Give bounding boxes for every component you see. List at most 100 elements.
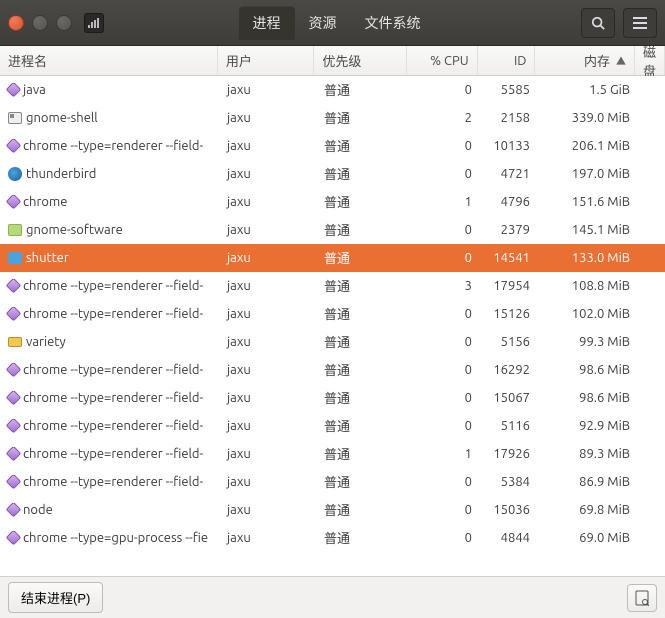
diamond-icon <box>6 419 22 433</box>
column-header-priority[interactable]: 优先级 <box>314 46 407 75</box>
cell-cpu: 1 <box>409 195 480 209</box>
cell-priority: 普通 <box>316 304 409 323</box>
cell-process-name: gnome-software <box>0 223 219 237</box>
table-row[interactable]: gnome-softwarejaxu普通02379145.1 MiB <box>0 216 665 244</box>
tab-0[interactable]: 进程 <box>239 6 295 40</box>
diamond-icon <box>6 279 22 293</box>
footer-bar: 结束进程(P) <box>0 576 665 618</box>
table-row[interactable]: javajaxu普通055851.5 GiB <box>0 76 665 104</box>
table-row[interactable]: chrome --type=renderer --field-jaxu普通015… <box>0 384 665 412</box>
cell-memory: 145.1 MiB <box>538 223 638 237</box>
end-process-button[interactable]: 结束进程(P) <box>8 582 103 613</box>
column-header-memory-label: 内存 <box>584 51 610 70</box>
cell-priority: 普通 <box>316 332 409 351</box>
header-right-buttons <box>581 8 657 38</box>
table-row[interactable]: nodejaxu普通01503669.8 MiB <box>0 496 665 524</box>
diamond-icon <box>6 391 22 405</box>
cell-memory: 1.5 GiB <box>538 83 638 97</box>
table-row[interactable]: thunderbirdjaxu普通04721197.0 MiB <box>0 160 665 188</box>
window-minimize-button[interactable] <box>32 15 48 31</box>
gnome-icon <box>8 112 22 124</box>
sort-ascending-icon: ▲ <box>616 53 626 68</box>
cell-priority: 普通 <box>316 192 409 211</box>
cell-process-name: shutter <box>0 251 219 265</box>
cell-cpu: 0 <box>409 251 480 265</box>
table-row[interactable]: chrome --type=renderer --field-jaxu普通053… <box>0 468 665 496</box>
table-row[interactable]: chrome --type=renderer --field-jaxu普通317… <box>0 272 665 300</box>
process-name-label: variety <box>26 335 66 349</box>
cell-id: 4721 <box>480 167 538 181</box>
column-header-disk[interactable]: 磁盘 <box>635 46 665 75</box>
table-row[interactable]: varietyjaxu普通0515699.3 MiB <box>0 328 665 356</box>
cell-priority: 普通 <box>316 108 409 127</box>
cell-id: 17954 <box>480 279 538 293</box>
cell-cpu: 0 <box>409 335 480 349</box>
process-name-label: chrome --type=renderer --field- <box>23 139 203 153</box>
process-name-label: gnome-shell <box>26 111 98 125</box>
cell-user: jaxu <box>219 391 316 405</box>
table-row[interactable]: chrome --type=renderer --field-jaxu普通016… <box>0 356 665 384</box>
table-row[interactable]: chrome --type=gpu-process --fiejaxu普通048… <box>0 524 665 552</box>
cell-cpu: 0 <box>409 167 480 181</box>
app-icon <box>84 13 104 33</box>
window-close-button[interactable] <box>8 15 24 31</box>
cell-memory: 102.0 MiB <box>538 307 638 321</box>
cell-id: 4844 <box>480 531 538 545</box>
diamond-icon <box>6 363 22 377</box>
table-row[interactable]: gnome-shelljaxu普通22158339.0 MiB <box>0 104 665 132</box>
column-headers: 进程名 用户 优先级 % CPU ID 内存 ▲ 磁盘 <box>0 46 665 76</box>
tab-2[interactable]: 文件系统 <box>351 6 435 40</box>
cell-cpu: 1 <box>409 447 480 461</box>
cell-user: jaxu <box>219 335 316 349</box>
process-name-label: chrome --type=renderer --field- <box>23 447 203 461</box>
cell-user: jaxu <box>219 251 316 265</box>
table-row[interactable]: chrome --type=renderer --field-jaxu普通010… <box>0 132 665 160</box>
cell-user: jaxu <box>219 475 316 489</box>
cell-memory: 108.8 MiB <box>538 279 638 293</box>
cell-priority: 普通 <box>316 276 409 295</box>
menu-button[interactable] <box>623 8 657 38</box>
column-header-memory[interactable]: 内存 ▲ <box>535 46 635 75</box>
column-header-name[interactable]: 进程名 <box>0 46 218 75</box>
column-header-cpu[interactable]: % CPU <box>407 46 478 75</box>
cell-user: jaxu <box>219 279 316 293</box>
diamond-icon <box>6 139 22 153</box>
cell-priority: 普通 <box>316 416 409 435</box>
cell-user: jaxu <box>219 223 316 237</box>
cell-memory: 86.9 MiB <box>538 475 638 489</box>
cell-cpu: 2 <box>409 111 480 125</box>
cell-cpu: 0 <box>409 307 480 321</box>
tbird-icon <box>8 167 22 181</box>
diamond-icon <box>6 531 22 545</box>
column-header-user[interactable]: 用户 <box>218 46 315 75</box>
process-name-label: chrome --type=gpu-process --fie <box>23 531 208 545</box>
cell-cpu: 0 <box>409 475 480 489</box>
diamond-icon <box>6 475 22 489</box>
tab-1[interactable]: 资源 <box>295 6 351 40</box>
window-maximize-button[interactable] <box>56 15 72 31</box>
cell-memory: 98.6 MiB <box>538 363 638 377</box>
cell-memory: 151.6 MiB <box>538 195 638 209</box>
table-row[interactable]: shutterjaxu普通014541133.0 MiB <box>0 244 665 272</box>
cell-id: 5156 <box>480 335 538 349</box>
cell-process-name: chrome --type=renderer --field- <box>0 419 219 433</box>
cell-cpu: 0 <box>409 503 480 517</box>
cell-cpu: 0 <box>409 139 480 153</box>
process-name-label: chrome --type=renderer --field- <box>23 419 203 433</box>
properties-button[interactable] <box>627 584 657 612</box>
cell-memory: 98.6 MiB <box>538 391 638 405</box>
view-tabs: 进程资源文件系统 <box>239 6 435 40</box>
cell-process-name: node <box>0 503 219 517</box>
diamond-icon <box>6 447 22 461</box>
column-header-id[interactable]: ID <box>478 46 536 75</box>
table-row[interactable]: chrome --type=renderer --field-jaxu普通117… <box>0 440 665 468</box>
cell-priority: 普通 <box>316 360 409 379</box>
cell-process-name: chrome --type=renderer --field- <box>0 475 219 489</box>
table-row[interactable]: chrome --type=renderer --field-jaxu普通051… <box>0 412 665 440</box>
cell-user: jaxu <box>219 111 316 125</box>
table-row[interactable]: chrome --type=renderer --field-jaxu普通015… <box>0 300 665 328</box>
cell-process-name: chrome --type=renderer --field- <box>0 363 219 377</box>
cell-user: jaxu <box>219 83 316 97</box>
table-row[interactable]: chromejaxu普通14796151.6 MiB <box>0 188 665 216</box>
search-button[interactable] <box>581 8 615 38</box>
